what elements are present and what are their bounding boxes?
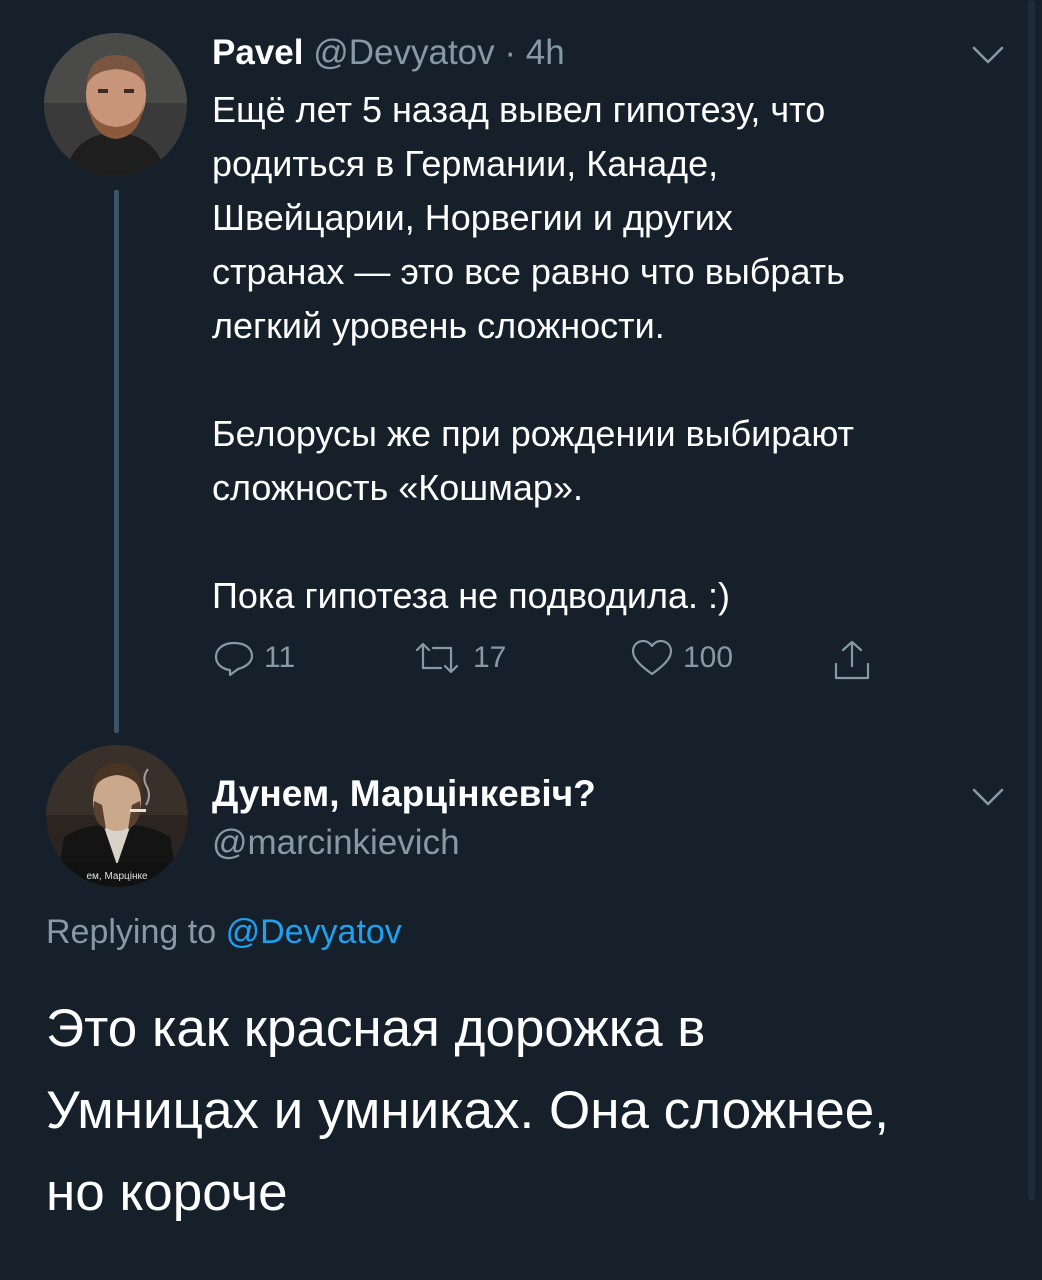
text-line: родиться в Германии, Канаде, [212, 143, 719, 184]
replying-handle-link[interactable]: @Devyatov [226, 913, 402, 951]
reply-button[interactable]: 11 [212, 638, 295, 678]
heart-icon [631, 639, 673, 676]
reply-icon [214, 641, 254, 677]
replying-to-line: Replying to @Devyatov [46, 913, 402, 952]
share-icon [834, 640, 870, 680]
text-line: но короче [46, 1163, 288, 1222]
text-line: Белорусы же при рождении выбирают [212, 413, 855, 454]
text-line: Умницах и умниках. Она сложнее, [46, 1081, 889, 1140]
chevron-down-icon[interactable] [970, 44, 1006, 66]
text-line: легкий уровень сложности. [212, 305, 665, 346]
author-handle[interactable]: @marcinkievich [212, 823, 460, 863]
author-handle[interactable]: @Devyatov [313, 33, 494, 72]
retweet-icon [415, 642, 459, 674]
avatar-caption: ем, Марцінке [86, 871, 148, 882]
avatar-marcinkievich[interactable]: ем, Марцінке [46, 745, 188, 887]
text-line: сложность «Кошмар». [212, 467, 583, 508]
tweet-header: Pavel @Devyatov · 4h [212, 30, 565, 76]
reply-count: 11 [264, 641, 296, 674]
tweet-text: Ещё лет 5 назад вывел гипотезу, что роди… [212, 83, 1002, 623]
author-name[interactable]: Pavel [212, 33, 303, 72]
text-line: Ещё лет 5 назад вывел гипотезу, что [212, 89, 826, 130]
tweet-text: Это как красная дорожка в Умницах и умни… [46, 988, 1006, 1234]
avatar-pavel[interactable] [44, 33, 187, 176]
scrollbar[interactable] [1028, 0, 1035, 1200]
separator-dot: · [504, 33, 517, 72]
like-count: 100 [683, 641, 734, 674]
retweet-button[interactable]: 17 [409, 638, 506, 678]
replying-prefix: Replying to [46, 913, 217, 951]
text-line: странах — это все равно что выбрать [212, 251, 845, 292]
text-line: Швейцарии, Норвегии и других [212, 197, 733, 238]
text-line: Это как красная дорожка в [46, 999, 706, 1058]
like-button[interactable]: 100 [629, 638, 733, 678]
tweet-actions: 11 17 100 [212, 638, 912, 688]
thread-connector-line [114, 190, 119, 733]
share-button[interactable] [830, 638, 874, 682]
author-name[interactable]: Дунем, Марцінкевіч? [212, 773, 596, 815]
retweet-count: 17 [473, 641, 507, 674]
text-line: Пока гипотеза не подводила. :) [212, 575, 730, 616]
tweet-time[interactable]: 4h [526, 33, 565, 72]
chevron-down-icon[interactable] [970, 786, 1006, 808]
